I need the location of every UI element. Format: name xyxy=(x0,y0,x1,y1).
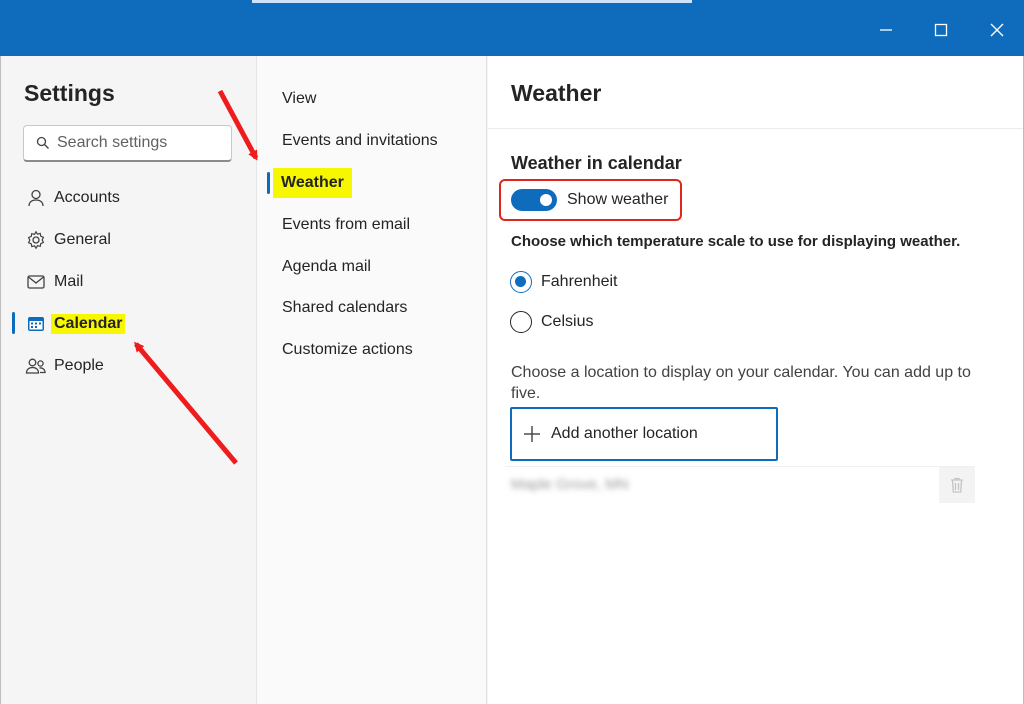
maximize-icon xyxy=(934,23,948,37)
minimize-icon xyxy=(880,29,892,31)
close-icon xyxy=(990,23,1004,37)
window-frame xyxy=(0,56,1024,704)
title-bar xyxy=(0,0,1024,56)
close-button[interactable] xyxy=(972,8,1022,52)
minimize-button[interactable] xyxy=(861,8,911,52)
maximize-button[interactable] xyxy=(916,8,966,52)
title-bar-accent-strip xyxy=(252,0,692,3)
